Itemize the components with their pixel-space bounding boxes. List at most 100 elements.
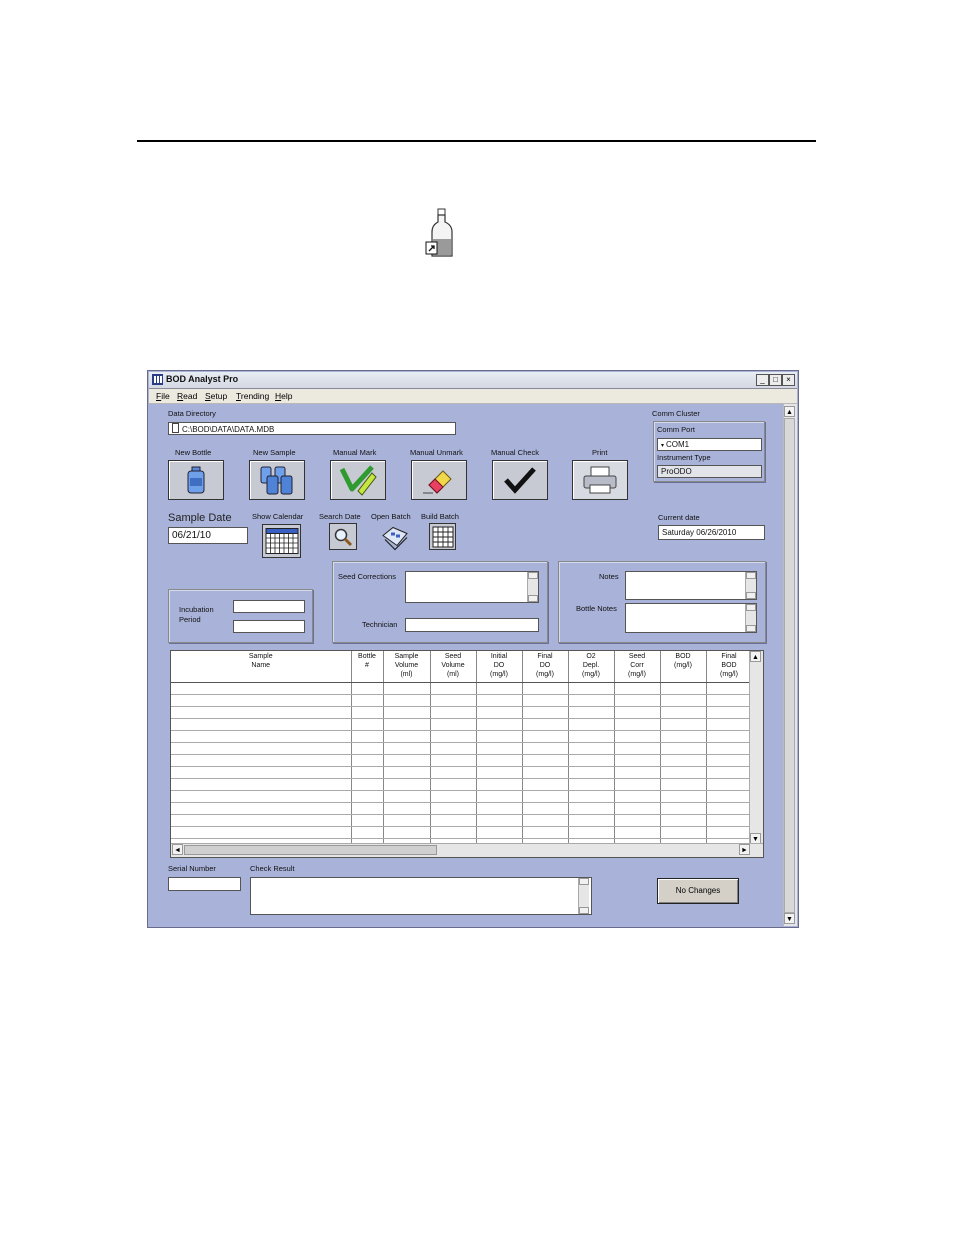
minimize-button[interactable]: _ [756, 374, 769, 386]
table-cell[interactable] [383, 694, 431, 707]
column-header[interactable]: Final DO (mg/l) [522, 651, 569, 683]
manual-mark-button[interactable] [330, 460, 386, 500]
table-cell[interactable] [706, 730, 753, 743]
table-cell[interactable] [568, 814, 615, 827]
table-cell[interactable] [430, 706, 477, 719]
column-header[interactable]: Seed Volume (ml) [430, 651, 477, 683]
table-cell[interactable] [660, 730, 707, 743]
table-cell[interactable] [568, 706, 615, 719]
table-row[interactable] [171, 778, 753, 791]
table-cell[interactable] [614, 766, 661, 779]
table-row[interactable] [171, 754, 753, 767]
table-cell[interactable] [706, 754, 753, 767]
table-cell[interactable] [476, 814, 523, 827]
manual-unmark-button[interactable] [411, 460, 467, 500]
scroll-down-arrow[interactable]: ▼ [784, 913, 795, 924]
table-cell[interactable] [351, 730, 384, 743]
column-header[interactable]: Sample Volume (ml) [383, 651, 431, 683]
menu-trending[interactable]: Trending [236, 391, 269, 401]
table-cell[interactable] [660, 790, 707, 803]
table-cell[interactable] [614, 694, 661, 707]
table-cell[interactable] [171, 754, 352, 767]
seed-corrections-field[interactable] [405, 571, 539, 603]
table-cell[interactable] [430, 682, 477, 695]
check-result-scroll-up[interactable] [579, 878, 589, 885]
table-cell[interactable] [522, 790, 569, 803]
table-cell[interactable] [660, 742, 707, 755]
table-cell[interactable] [568, 802, 615, 815]
table-cell[interactable] [351, 718, 384, 731]
table-cell[interactable] [476, 730, 523, 743]
table-cell[interactable] [568, 718, 615, 731]
table-cell[interactable] [522, 802, 569, 815]
grid-horizontal-scrollbar[interactable]: ◄ ► [171, 843, 763, 857]
table-cell[interactable] [706, 694, 753, 707]
table-cell[interactable] [522, 826, 569, 839]
table-cell[interactable] [351, 694, 384, 707]
table-cell[interactable] [660, 814, 707, 827]
seed-scroll-down[interactable] [528, 595, 538, 602]
seed-scroll-up[interactable] [528, 572, 538, 579]
table-cell[interactable] [351, 766, 384, 779]
table-row[interactable] [171, 718, 753, 731]
table-cell[interactable] [476, 766, 523, 779]
bottle-notes-scroll-up[interactable] [746, 604, 756, 611]
notes-scrollbar[interactable] [745, 572, 756, 599]
table-row[interactable] [171, 790, 753, 803]
table-cell[interactable] [383, 790, 431, 803]
check-result-field[interactable] [250, 877, 592, 915]
notes-scroll-up[interactable] [746, 572, 756, 579]
grid-scroll-left[interactable]: ◄ [172, 844, 183, 855]
sample-data-grid[interactable]: Sample Name Bottle # Sample Volume (ml) … [170, 650, 764, 858]
table-cell[interactable] [614, 778, 661, 791]
bottle-notes-scroll-down[interactable] [746, 625, 756, 632]
table-cell[interactable] [171, 814, 352, 827]
table-cell[interactable] [476, 790, 523, 803]
table-cell[interactable] [171, 766, 352, 779]
table-cell[interactable] [706, 682, 753, 695]
column-header[interactable]: Initial DO (mg/l) [476, 651, 523, 683]
table-cell[interactable] [706, 778, 753, 791]
bod-analyst-shortcut-icon[interactable] [424, 208, 464, 260]
table-cell[interactable] [351, 826, 384, 839]
table-cell[interactable] [568, 766, 615, 779]
notes-field[interactable] [625, 571, 757, 600]
table-row[interactable] [171, 742, 753, 755]
table-cell[interactable] [660, 754, 707, 767]
no-changes-button[interactable]: No Changes [657, 878, 739, 904]
table-cell[interactable] [706, 718, 753, 731]
table-cell[interactable] [383, 814, 431, 827]
table-cell[interactable] [522, 718, 569, 731]
column-header[interactable]: Bottle # [351, 651, 384, 683]
grid-scroll-right[interactable]: ► [739, 844, 750, 855]
table-cell[interactable] [383, 754, 431, 767]
table-cell[interactable] [660, 718, 707, 731]
menu-read[interactable]: Read [177, 391, 197, 401]
table-cell[interactable] [383, 718, 431, 731]
window-vertical-scrollbar[interactable]: ▲ ▼ [783, 404, 797, 926]
search-date-button[interactable] [329, 523, 357, 550]
table-row[interactable] [171, 802, 753, 815]
table-cell[interactable] [522, 754, 569, 767]
table-cell[interactable] [351, 754, 384, 767]
table-row[interactable] [171, 730, 753, 743]
open-batch-button[interactable] [381, 523, 409, 550]
table-cell[interactable] [430, 790, 477, 803]
table-cell[interactable] [476, 754, 523, 767]
table-row[interactable] [171, 706, 753, 719]
table-cell[interactable] [614, 826, 661, 839]
column-header[interactable]: O2 Depl. (mg/l) [568, 651, 615, 683]
table-row[interactable] [171, 814, 753, 827]
table-cell[interactable] [706, 802, 753, 815]
table-cell[interactable] [568, 730, 615, 743]
new-sample-button[interactable] [249, 460, 305, 500]
manual-check-button[interactable] [492, 460, 548, 500]
grid-scroll-thumb[interactable] [184, 845, 437, 855]
table-cell[interactable] [706, 742, 753, 755]
comm-port-field[interactable]: ▾ COM1 [657, 438, 762, 451]
data-directory-field[interactable]: C:\BOD\DATA\DATA.MDB [168, 422, 456, 435]
table-cell[interactable] [614, 814, 661, 827]
table-cell[interactable] [660, 802, 707, 815]
table-cell[interactable] [430, 814, 477, 827]
table-cell[interactable] [660, 682, 707, 695]
